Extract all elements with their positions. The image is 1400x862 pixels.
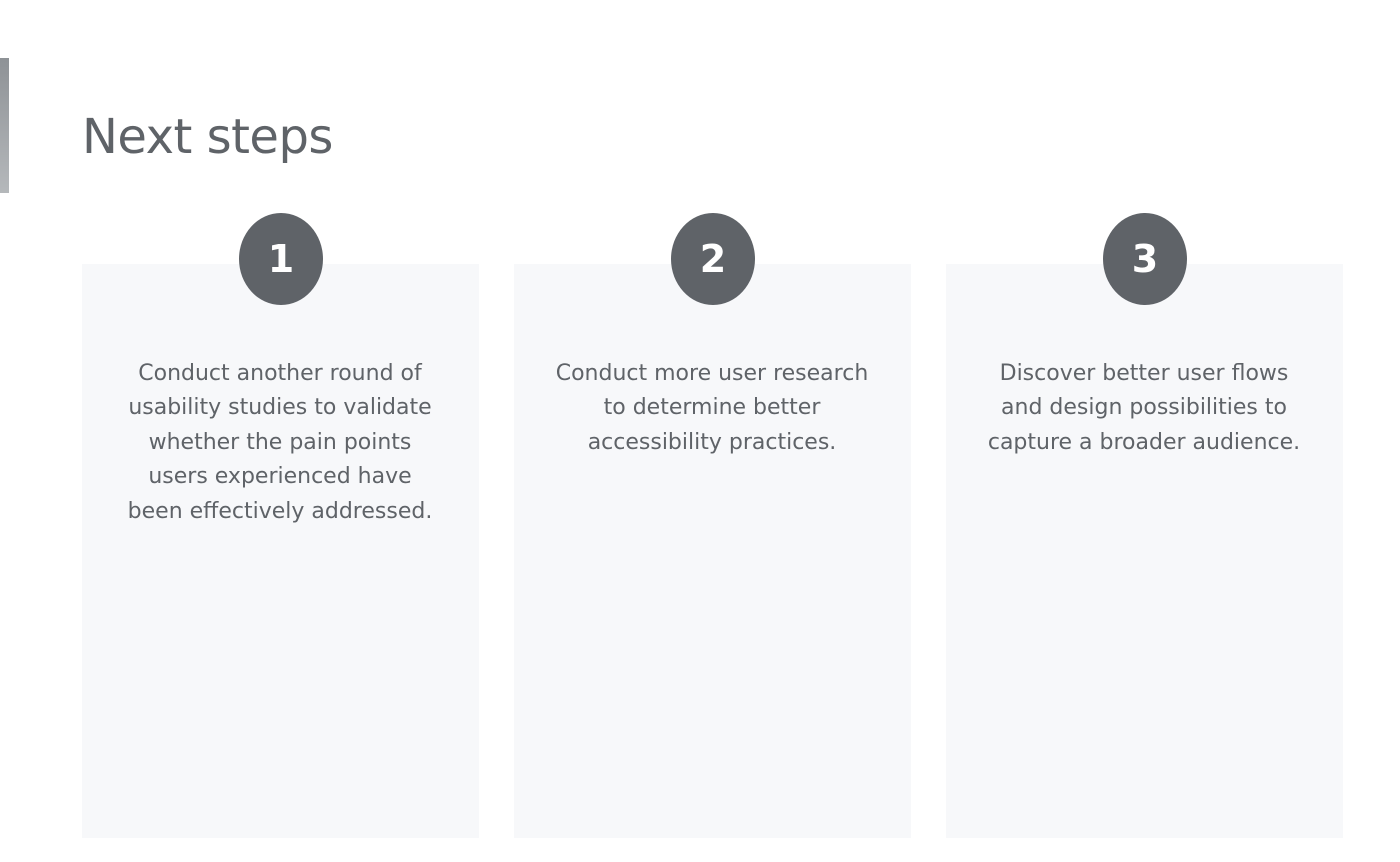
step-number-badge-1: 1	[239, 213, 323, 305]
step-description-3: Discover better user flows and design po…	[987, 361, 1301, 455]
step-card-3	[946, 264, 1343, 838]
step-card-1	[82, 264, 479, 838]
step-description-1: Conduct another round of usability studi…	[127, 361, 433, 524]
accent-bar	[0, 58, 9, 193]
slide: Next steps 1 2 3 Conduct another round o…	[0, 0, 1400, 862]
step-card-2	[514, 264, 911, 838]
step-description-2: Conduct more user research to determine …	[555, 361, 869, 455]
page-title: Next steps	[82, 109, 333, 165]
step-number-badge-2: 2	[671, 213, 755, 305]
step-number-badge-3: 3	[1103, 213, 1187, 305]
